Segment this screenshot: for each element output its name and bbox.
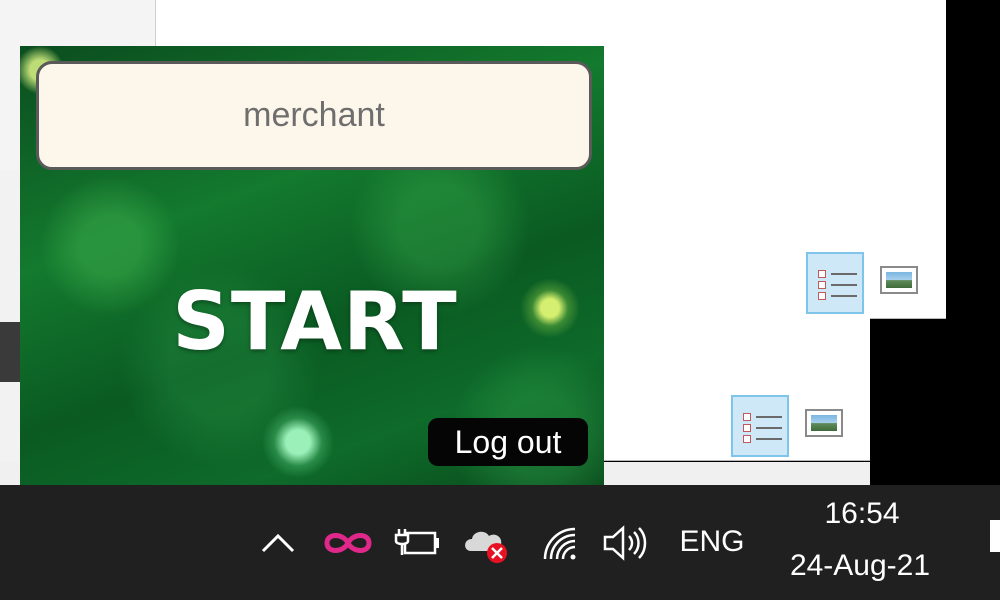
details-view-icon — [743, 411, 782, 444]
logout-button[interactable]: Log out — [428, 418, 588, 466]
battery-plug-icon[interactable] — [392, 523, 442, 561]
clock-date[interactable]: 24-Aug-21 — [770, 549, 950, 583]
chevron-up-icon[interactable] — [256, 525, 300, 561]
merchant-app-popup: merchant START Log out — [20, 46, 604, 485]
details-view-icon — [818, 268, 857, 301]
notification-center-edge[interactable] — [990, 520, 1000, 552]
infinity-link-icon[interactable] — [322, 525, 374, 561]
details-view-button-secondary[interactable] — [731, 395, 789, 457]
image-thumbnail-icon — [811, 415, 837, 431]
merchant-field[interactable]: merchant — [36, 61, 592, 170]
clock-time[interactable]: 16:54 — [772, 497, 952, 531]
language-indicator[interactable]: ENG — [672, 522, 752, 562]
large-icons-view-button-secondary[interactable] — [805, 409, 843, 437]
start-button[interactable]: START — [140, 266, 490, 376]
cloud-error-icon[interactable] — [460, 521, 514, 565]
taskbar: ENG 16:54 24-Aug-21 — [0, 485, 1000, 600]
large-icons-view-button[interactable] — [880, 266, 918, 294]
details-view-button[interactable] — [806, 252, 864, 314]
volume-icon[interactable] — [600, 523, 652, 563]
wifi-icon[interactable] — [538, 523, 582, 563]
image-thumbnail-icon — [886, 272, 912, 288]
background-window-secondary — [560, 318, 870, 461]
